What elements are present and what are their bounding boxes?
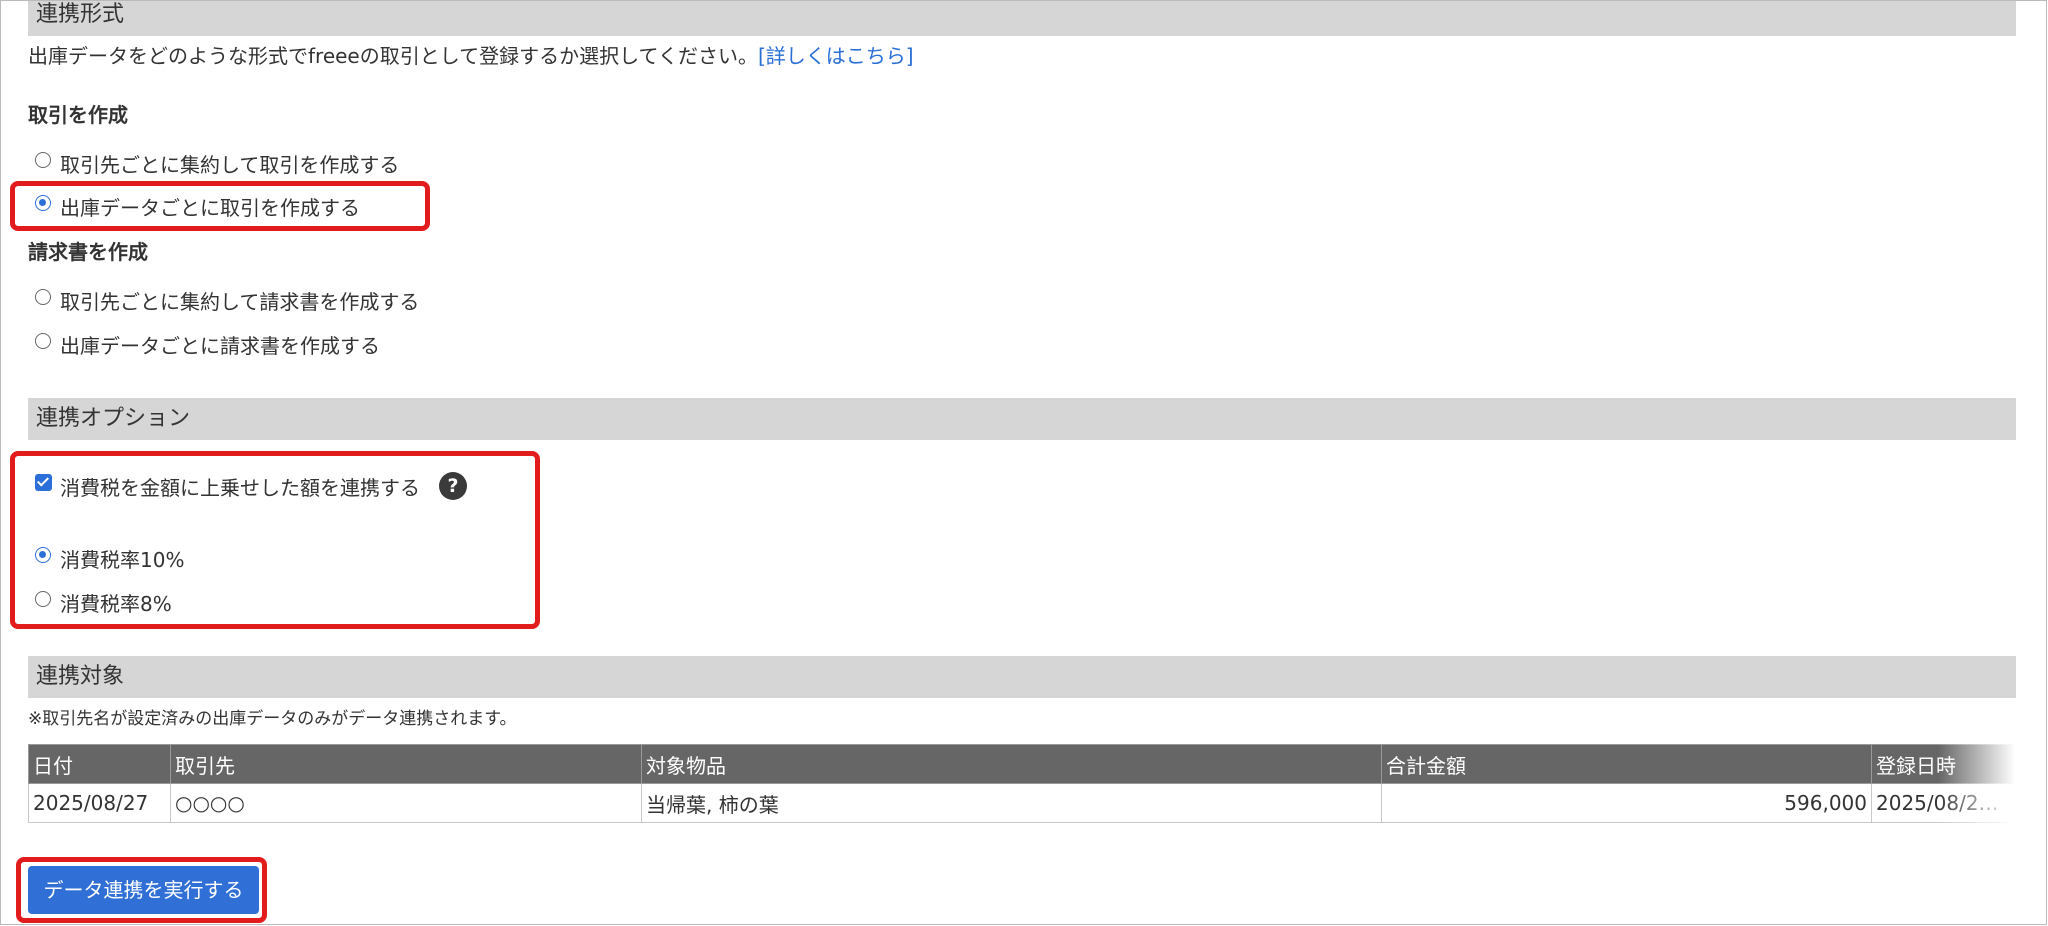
details-link[interactable]: [詳しくはこちら] xyxy=(758,44,914,68)
radio-invoice-by-shipment[interactable] xyxy=(35,333,51,349)
col-header-partner: 取引先 xyxy=(170,744,642,784)
transaction-group-heading: 取引を作成 xyxy=(28,103,128,127)
col-header-items: 対象物品 xyxy=(641,744,1382,784)
table-row: 2025/08/27 ○○○○ 当帰葉, 柿の葉 596,000 2025/08… xyxy=(28,783,2048,823)
section-title-options: 連携オプション xyxy=(28,398,2016,440)
col-header-date: 日付 xyxy=(28,744,171,784)
radio-transaction-by-partner-label[interactable]: 取引先ごとに集約して取引を作成する xyxy=(60,149,399,178)
format-description: 出庫データをどのような形式でfreeeの取引として登録するか選択してください。[… xyxy=(28,40,914,69)
radio-invoice-by-shipment-label[interactable]: 出庫データごとに請求書を作成する xyxy=(60,330,380,359)
radio-transaction-by-partner[interactable] xyxy=(35,152,51,168)
cell-items: 当帰葉, 柿の葉 xyxy=(641,783,1382,823)
radio-invoice-by-partner-label[interactable]: 取引先ごとに集約して請求書を作成する xyxy=(60,286,419,315)
cell-partner: ○○○○ xyxy=(170,783,642,823)
highlight-box-execute xyxy=(16,857,267,923)
table-edge-fade xyxy=(1938,740,2048,830)
target-table: 日付 取引先 対象物品 合計金額 登録日時 2025/08/27 ○○○○ 当帰… xyxy=(28,744,2048,823)
cell-date: 2025/08/27 xyxy=(28,783,171,823)
section-title-target: 連携対象 xyxy=(28,656,2016,698)
highlight-box-options xyxy=(10,451,540,629)
table-header-row: 日付 取引先 対象物品 合計金額 登録日時 xyxy=(28,744,2048,784)
section-title-format: 連携形式 xyxy=(28,0,2016,36)
invoice-group-heading: 請求書を作成 xyxy=(28,240,148,264)
target-note: ※取引先名が設定済みの出庫データのみがデータ連携されます。 xyxy=(28,709,517,729)
cell-total: 596,000 xyxy=(1381,783,1872,823)
highlight-box-transaction xyxy=(10,181,430,231)
radio-invoice-by-partner[interactable] xyxy=(35,289,51,305)
col-header-total: 合計金額 xyxy=(1381,744,1872,784)
format-description-text: 出庫データをどのような形式でfreeeの取引として登録するか選択してください。 xyxy=(28,44,758,68)
